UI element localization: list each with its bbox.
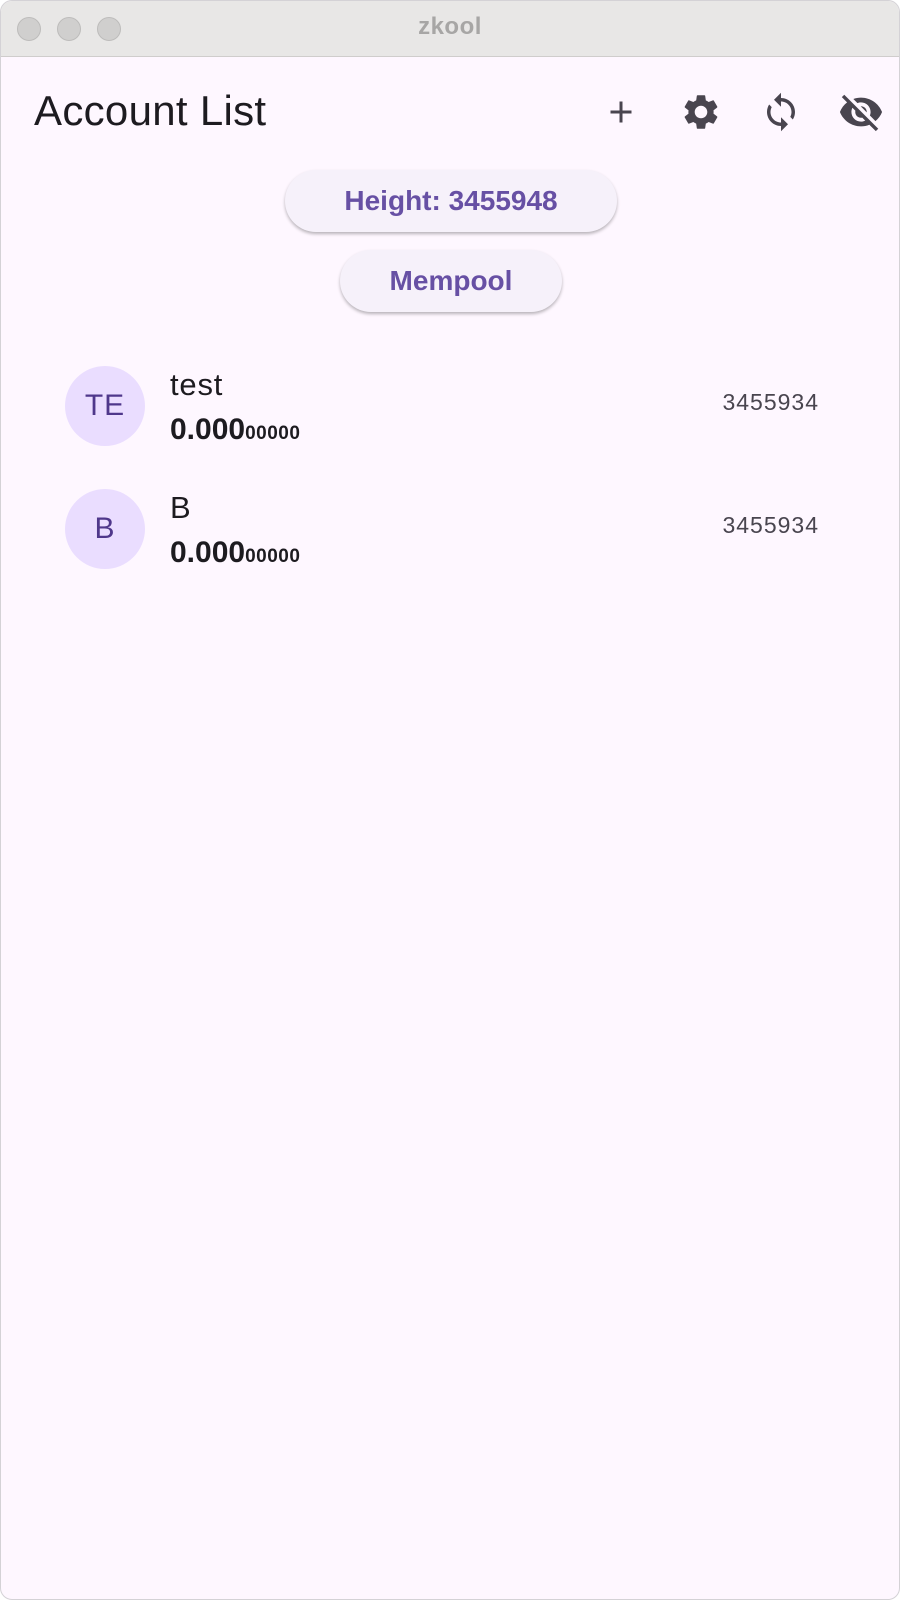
title-bar[interactable]: zkool [1, 1, 899, 57]
account-sync-height: 3455934 [722, 389, 819, 415]
account-avatar: B [65, 489, 145, 569]
balance-fraction: 00000 [245, 546, 301, 567]
account-name: B [170, 490, 192, 525]
eye-off-icon [839, 94, 883, 132]
hide-balance-button[interactable] [831, 82, 891, 142]
account-name: test [170, 367, 224, 402]
sync-button[interactable] [751, 82, 811, 142]
add-account-button[interactable] [591, 82, 651, 142]
balance-main: 0.000 [170, 413, 246, 446]
account-sync-height: 3455934 [722, 512, 819, 538]
page-title: Account List [34, 87, 267, 134]
balance-fraction: 00000 [245, 423, 301, 444]
window-title: zkool [418, 13, 482, 40]
gear-icon [684, 95, 718, 129]
sync-icon [767, 92, 795, 132]
account-balance: 0.00000000 [170, 536, 300, 570]
sync-height-chip[interactable]: Height: 3455948 [285, 170, 617, 232]
settings-button[interactable] [671, 82, 731, 142]
account-row-b[interactable]: B B 0.00000000 3455934 [1, 472, 899, 592]
add-icon [610, 101, 632, 123]
balance-main: 0.000 [170, 536, 246, 569]
account-avatar: TE [65, 366, 145, 446]
app-bar: Account List [1, 57, 899, 167]
app-window: zkool Account List Height: 3455948 Mempo… [0, 0, 900, 1600]
mempool-button[interactable]: Mempool [340, 250, 562, 312]
account-row-test[interactable]: TE test 0.00000000 3455934 [1, 349, 899, 469]
account-balance: 0.00000000 [170, 413, 300, 447]
